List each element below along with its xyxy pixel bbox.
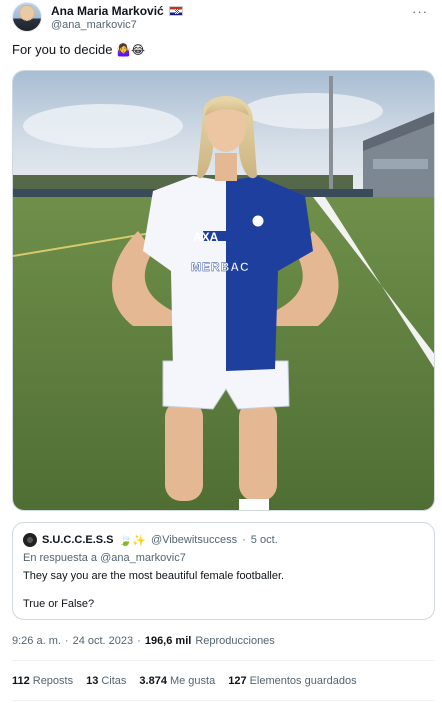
author-avatar[interactable] bbox=[12, 2, 42, 32]
tweet-text-body: For you to decide bbox=[12, 42, 113, 57]
football-player-photo: AXA MERBAC bbox=[13, 71, 434, 510]
tweet-date[interactable]: 24 oct. 2023 bbox=[73, 635, 134, 647]
quoted-separator: · bbox=[242, 534, 246, 546]
tweet-photo[interactable]: AXA MERBAC bbox=[12, 70, 435, 511]
jersey-sponsor-text: AXA bbox=[193, 230, 219, 244]
tweet-emojis: 🤷‍♀️😂 bbox=[116, 43, 146, 57]
quoted-date[interactable]: 5 oct. bbox=[251, 534, 278, 546]
quoted-reply-prefix: En respuesta a bbox=[23, 552, 97, 564]
views-label: Reproducciones bbox=[195, 635, 275, 647]
author-name-row: Ana Maria Marković bbox=[51, 4, 183, 18]
stat-count: 112 bbox=[12, 675, 30, 687]
stat-label: Me gusta bbox=[169, 675, 216, 687]
stat-reposts[interactable]: 112 Reposts bbox=[12, 675, 73, 687]
meta-separator-1: · bbox=[64, 635, 69, 647]
quoted-text-line1: They say you are the most beautiful fema… bbox=[23, 570, 285, 582]
stat-likes[interactable]: 3.874 Me gusta bbox=[139, 675, 215, 687]
stat-label: Elementos guardados bbox=[249, 675, 357, 687]
stat-count: 3.874 bbox=[139, 675, 167, 687]
tweet-meta: 9:26 a. m. · 24 oct. 2023 · 196,6 mil Re… bbox=[12, 635, 275, 647]
meta-separator-2: · bbox=[137, 635, 141, 647]
quoted-name-emojis: 🍃✨ bbox=[118, 534, 146, 547]
tweet-header: Ana Maria Marković @ana_markovic7 ··· bbox=[0, 0, 442, 40]
engagement-stats: 112 Reposts 13 Citas 3.874 Me gusta 127 Elem… bbox=[12, 675, 357, 687]
quoted-reply-context: En respuesta a @ana_markovic7 bbox=[23, 552, 424, 564]
author-handle[interactable]: @ana_markovic7 bbox=[51, 19, 137, 31]
quoted-text-line2: True or False? bbox=[23, 598, 95, 610]
tweet-text: For you to decide 🤷‍♀️😂 bbox=[12, 42, 145, 57]
tweet-time[interactable]: 9:26 a. m. bbox=[12, 635, 61, 647]
author-name[interactable]: Ana Maria Marković bbox=[51, 4, 164, 18]
more-options-icon[interactable]: ··· bbox=[412, 4, 428, 19]
quoted-author-avatar[interactable] bbox=[23, 533, 37, 547]
stat-quotes[interactable]: 13 Citas bbox=[86, 675, 126, 687]
divider bbox=[12, 660, 435, 661]
croatia-flag-icon bbox=[168, 6, 183, 16]
divider bbox=[12, 700, 435, 701]
quoted-reply-handle[interactable]: @ana_markovic7 bbox=[100, 552, 186, 564]
stat-label: Reposts bbox=[32, 675, 74, 687]
stat-count: 127 bbox=[228, 675, 247, 687]
quoted-tweet[interactable]: S.U.C.C.E.S.S 🍃✨ @Vibewitsuccess · 5 oct… bbox=[12, 522, 435, 620]
stat-count: 13 bbox=[86, 675, 99, 687]
stat-label: Citas bbox=[101, 675, 127, 687]
stat-bookmarks[interactable]: 127 Elementos guardados bbox=[228, 675, 356, 687]
quoted-author-name[interactable]: S.U.C.C.E.S.S bbox=[42, 534, 114, 546]
jersey-text: MERBAC bbox=[191, 260, 250, 274]
quoted-author-handle[interactable]: @Vibewitsuccess bbox=[151, 534, 237, 546]
views-count: 196,6 mil bbox=[144, 635, 192, 647]
quoted-tweet-header: S.U.C.C.E.S.S 🍃✨ @Vibewitsuccess · 5 oct… bbox=[23, 533, 424, 547]
